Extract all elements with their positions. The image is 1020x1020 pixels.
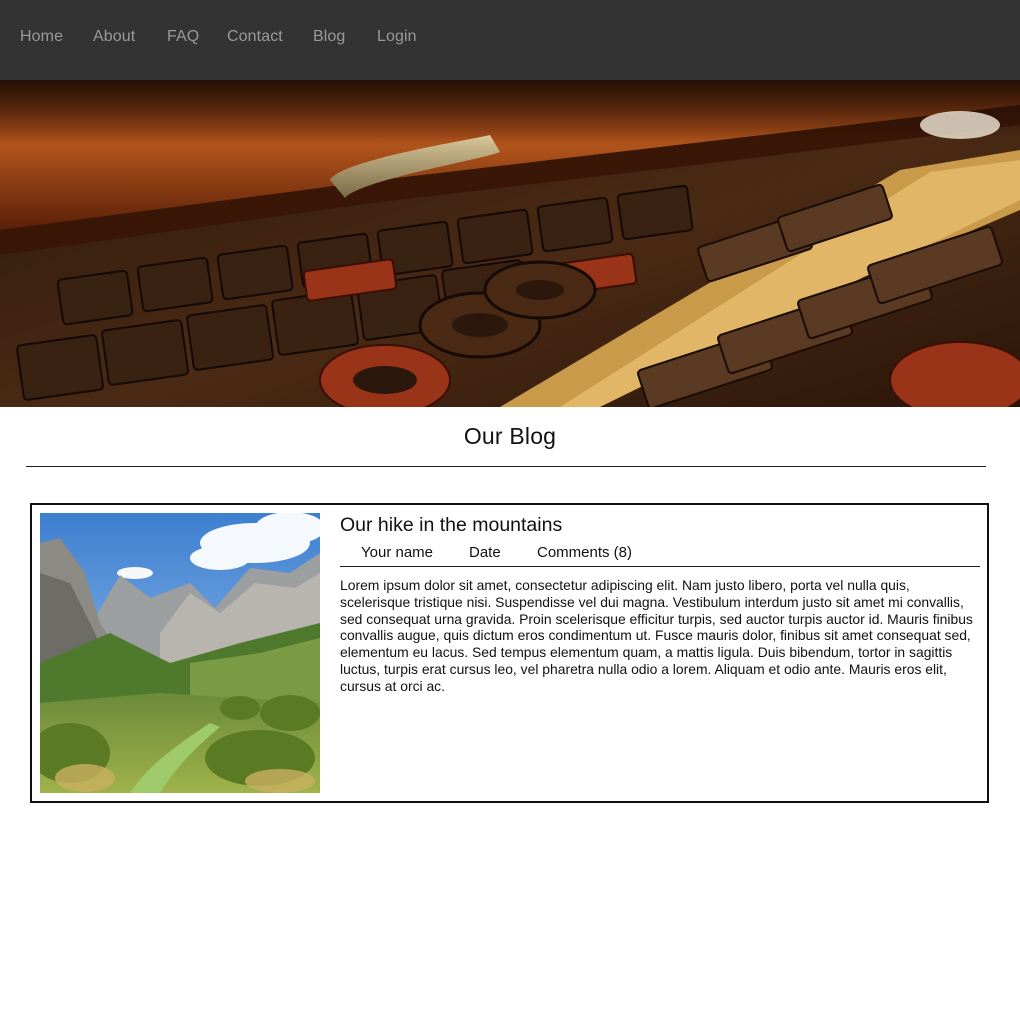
post-thumbnail-image[interactable] bbox=[40, 513, 320, 793]
blog-post-card: Our hike in the mountains Your name Date… bbox=[30, 503, 989, 803]
post-body-text: Lorem ipsum dolor sit amet, consectetur … bbox=[340, 577, 973, 694]
post-comments-link[interactable]: Comments (8) bbox=[537, 544, 632, 561]
mountain-valley-illustration bbox=[40, 513, 320, 793]
nav-blog-link[interactable]: Blog bbox=[313, 28, 345, 46]
nav-login-link[interactable]: Login bbox=[377, 28, 417, 46]
nav-faq-link[interactable]: FAQ bbox=[167, 28, 199, 46]
hero-banner-image bbox=[0, 80, 1020, 407]
title-divider bbox=[26, 466, 986, 467]
post-title-link[interactable]: Our hike in the mountains bbox=[340, 514, 562, 537]
nav-contact-link[interactable]: Contact bbox=[227, 28, 283, 46]
top-navigation: Home About FAQ Contact Blog Login bbox=[0, 0, 1020, 80]
post-date: Date bbox=[469, 544, 501, 561]
post-meta: Your name Date Comments (8) bbox=[340, 544, 980, 567]
post-author: Your name bbox=[361, 544, 433, 561]
nav-about-link[interactable]: About bbox=[93, 28, 135, 46]
page-title: Our Blog bbox=[463, 423, 557, 449]
letterpress-drawer-illustration bbox=[0, 80, 1020, 407]
nav-home-link[interactable]: Home bbox=[20, 28, 63, 46]
